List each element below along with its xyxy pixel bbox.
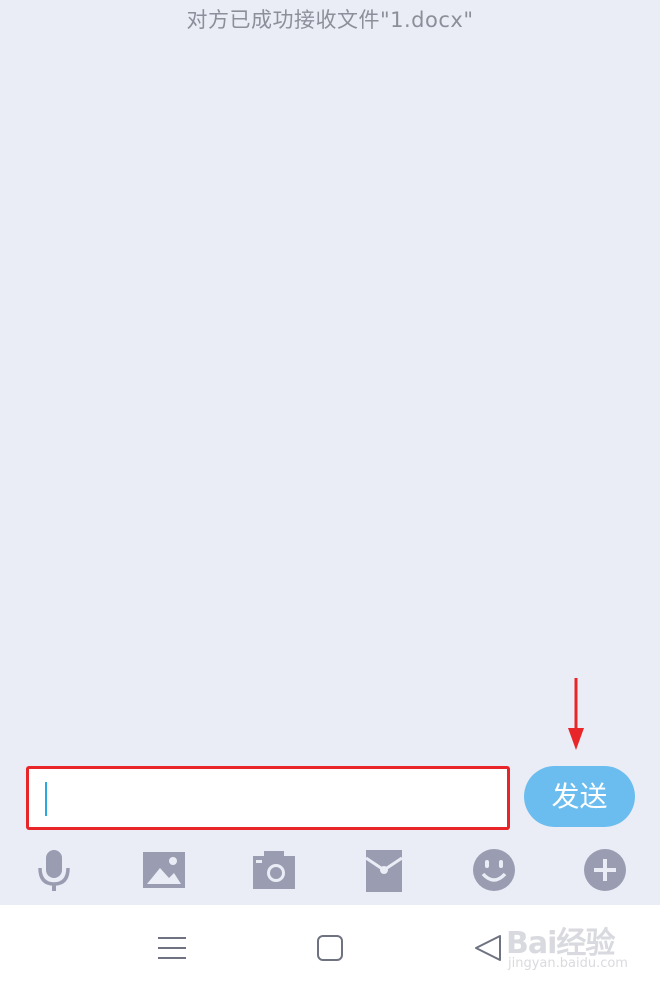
composer: 发送 (0, 760, 660, 838)
home-icon[interactable] (313, 933, 347, 963)
baidu-jingyan-watermark: Bai经验 jingyan.baidu.com (506, 918, 656, 978)
chat-area: 对方已成功接收文件"1.docx" (0, 0, 660, 760)
red-packet-icon[interactable] (360, 846, 408, 894)
image-icon[interactable] (140, 846, 188, 894)
message-input[interactable] (51, 779, 491, 819)
send-button[interactable]: 发送 (524, 766, 635, 827)
plus-icon[interactable] (581, 846, 629, 894)
menu-icon[interactable] (155, 933, 189, 963)
system-notice: 对方已成功接收文件"1.docx" (186, 8, 474, 32)
watermark-url: jingyan.baidu.com (508, 956, 628, 971)
annotation-arrow (568, 678, 584, 750)
camera-icon[interactable] (250, 846, 298, 894)
emoji-icon[interactable] (470, 846, 518, 894)
message-input-box[interactable] (26, 766, 510, 830)
back-icon[interactable] (472, 933, 506, 963)
text-caret (45, 782, 47, 816)
composer-toolbar (0, 840, 660, 904)
microphone-icon[interactable] (30, 846, 78, 894)
